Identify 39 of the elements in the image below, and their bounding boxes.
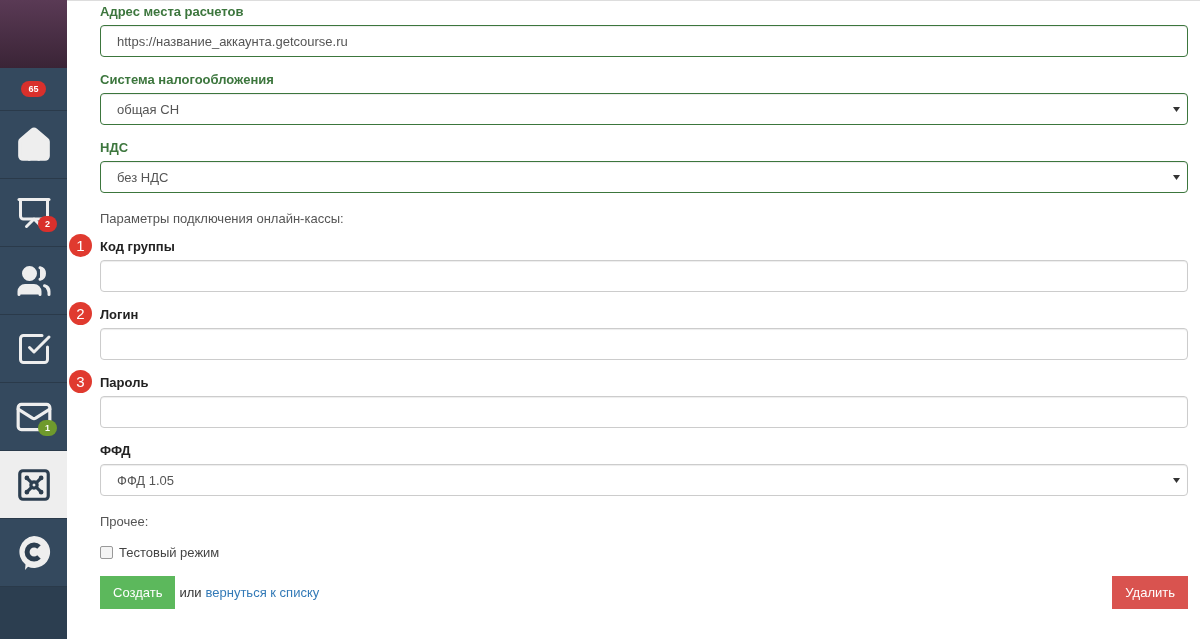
sidebar-item[interactable] bbox=[0, 451, 67, 519]
input-field[interactable] bbox=[100, 260, 1188, 292]
count-badge: 2 bbox=[38, 216, 57, 232]
sidebar-item[interactable]: 1 bbox=[0, 383, 67, 451]
step-number-badge: 2 bbox=[69, 302, 92, 325]
field-label: Пароль bbox=[100, 374, 149, 390]
step-number-badge: 3 bbox=[69, 370, 92, 393]
create-button[interactable]: Создать bbox=[100, 576, 176, 609]
checkbox-label: Тестовый режим bbox=[119, 545, 220, 560]
field-label: Адрес места расчетов bbox=[100, 3, 244, 19]
input-field[interactable] bbox=[100, 396, 1188, 428]
field-label: Код группы bbox=[100, 238, 175, 254]
delete-button[interactable]: Удалить bbox=[1112, 576, 1188, 609]
sidebar-item[interactable] bbox=[0, 519, 67, 587]
field-label: Логин bbox=[100, 306, 139, 322]
sidebar-item[interactable]: 2 bbox=[0, 179, 67, 247]
caret-icon bbox=[1173, 107, 1180, 112]
checkbox[interactable] bbox=[100, 546, 113, 559]
input-field[interactable]: https://название_аккаунта.getcourse.ru bbox=[100, 25, 1188, 57]
input-field[interactable] bbox=[100, 328, 1188, 360]
caret-icon bbox=[1173, 175, 1180, 180]
chat-bubble-icon bbox=[16, 534, 51, 571]
sidebar-item[interactable] bbox=[0, 315, 67, 383]
sidebar-item[interactable] bbox=[0, 111, 67, 179]
select-field[interactable]: ФФД 1.05 bbox=[100, 464, 1188, 496]
count-badge: 1 bbox=[38, 420, 57, 436]
count-badge: 65 bbox=[21, 81, 46, 97]
caret-icon bbox=[1173, 478, 1180, 483]
step-number-badge: 1 bbox=[69, 234, 92, 257]
back-link[interactable]: вернуться к списку bbox=[205, 585, 320, 600]
select-field[interactable]: без НДС bbox=[100, 161, 1188, 193]
field-label: НДС bbox=[100, 139, 129, 155]
section-caption: Прочее: bbox=[100, 514, 150, 529]
select-field[interactable]: общая СН bbox=[100, 93, 1188, 125]
or-text: или bbox=[179, 585, 202, 600]
section-caption: Параметры подключения онлайн-кассы: bbox=[100, 211, 345, 226]
sidebar-item[interactable] bbox=[0, 247, 67, 315]
field-label: Система налогообложения bbox=[100, 71, 274, 87]
field-label: ФФД bbox=[100, 442, 131, 458]
